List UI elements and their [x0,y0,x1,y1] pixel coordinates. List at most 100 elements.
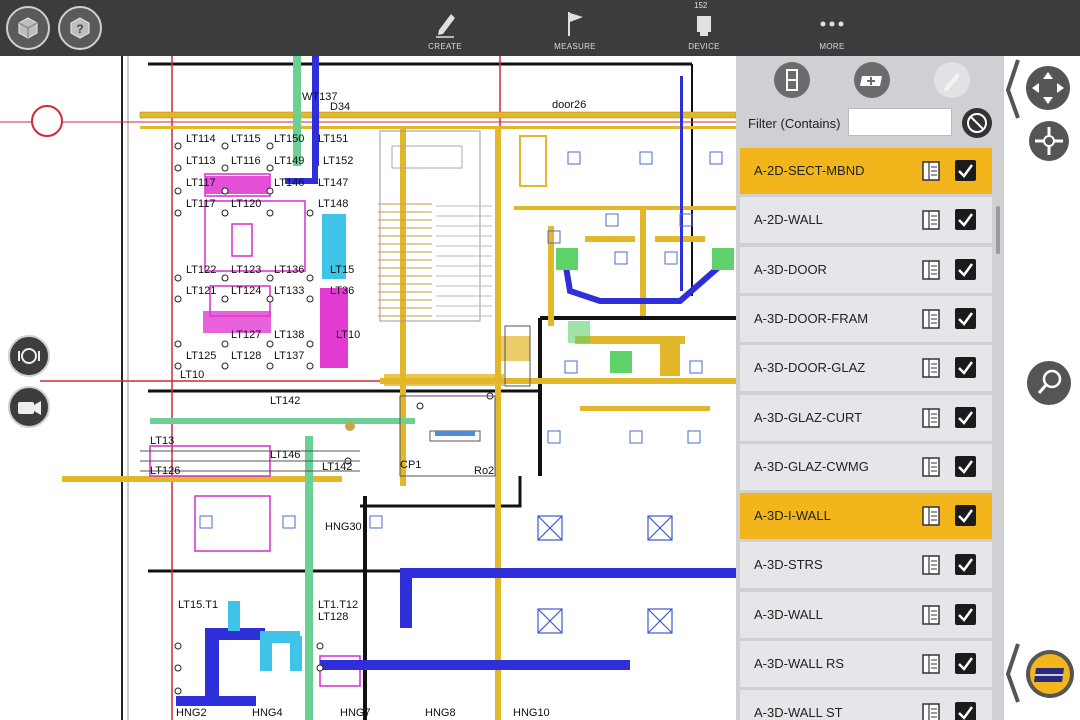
layer-visibility-checkbox[interactable] [955,702,976,720]
cube-view-button[interactable] [6,6,50,50]
layer-row[interactable]: A-3D-GLAZ-CURT [740,394,992,441]
layer-row[interactable]: A-3D-WALL RS [740,641,992,687]
layer-visibility-checkbox[interactable] [955,554,976,576]
layer-doc-icon[interactable] [922,654,940,674]
layer-visibility-checkbox[interactable] [955,357,976,379]
layer-name: A-3D-WALL [754,606,823,622]
label-lt10b: LT10 [180,369,204,381]
layer-visibility-checkbox[interactable] [955,258,976,280]
pencil-disabled-icon [944,73,960,91]
label-lt121: LT121 [186,285,216,297]
layer-doc-icon[interactable] [922,358,940,378]
help-icon: ? [70,17,90,39]
layer-visibility-checkbox[interactable] [955,209,976,231]
layer-name: A-3D-I-WALL [754,508,831,524]
label-lt133: LT133 [274,285,304,297]
layer-doc-icon[interactable] [922,555,940,576]
layer-doc-icon[interactable] [922,259,940,280]
layer-row[interactable]: A-3D-GLAZ-CWMG [740,443,992,490]
layer-row[interactable]: A-3D-WALL ST [740,690,992,720]
layer-name: A-3D-GLAZ-CWMG [754,458,869,474]
floor-plan-drawing: LT114 LT115 LT150 LT151 LT113 LT116 LT14… [0,56,736,720]
camera-button[interactable] [8,386,50,428]
right-toolbar-graphics [1005,59,1074,703]
layer-list[interactable]: A-2D-SECT-MBND A-2D-WALL A-3D-DOOR A-3D-DOO… [740,148,992,720]
layer-name: A-3D-DOOR-GLAZ [754,360,866,376]
clear-icon [967,113,987,133]
top-toolbar: ? CREATE MEASURE 152 DEVICE MORE [0,0,1080,56]
label-lt123: LT123 [231,264,261,276]
checkmark-icon [958,410,974,425]
layer-doc-icon[interactable] [922,703,940,720]
plan-view-icon [18,348,40,364]
more-tool[interactable]: MORE [792,6,872,52]
zoom-button[interactable] [1027,361,1071,405]
layer-doc-icon[interactable] [922,161,940,181]
layer-row[interactable]: A-3D-STRS [740,542,992,589]
filter-input[interactable] [848,108,952,136]
label-lt113: LT113 [186,155,216,167]
layer-list-scrollbar[interactable] [996,206,1000,254]
label-door26: door26 [552,99,586,111]
layer-row[interactable]: A-2D-WALL [740,197,992,244]
label-lt13: LT13 [150,435,174,447]
layer-visibility-checkbox[interactable] [955,603,976,625]
label-lt15: LT15 [330,264,354,276]
more-dots-icon [820,21,844,27]
label-lt36: LT36 [330,285,354,297]
label-ro2: Ro2 [474,465,494,477]
layers-toggle-button[interactable] [1005,643,1074,703]
layer-doc-icon[interactable] [922,309,940,329]
label-lt150: LT150 [274,133,304,145]
edit-layer-button[interactable] [934,62,970,98]
label-lt151: LT151 [318,133,348,145]
layer-name: A-2D-WALL [754,212,823,228]
measure-tool[interactable]: MEASURE [535,6,615,52]
layer-view-button[interactable] [774,62,810,98]
layer-visibility-checkbox[interactable] [955,505,976,527]
checkmark-icon [958,558,974,573]
label-hng7: HNG7 [340,707,371,719]
layer-doc-icon[interactable] [922,407,940,428]
layer-row[interactable]: A-3D-I-WALL [740,493,992,540]
create-tool[interactable]: CREATE [405,6,485,52]
label-lt142b: LT142 [322,461,352,473]
layer-visibility-checkbox[interactable] [955,455,976,477]
device-tool[interactable]: 152 DEVICE [664,1,744,52]
pencil-icon [436,14,455,38]
label-hng2: HNG2 [176,707,207,719]
view-toggle-button[interactable] [8,335,50,377]
layer-row[interactable]: A-3D-DOOR [740,246,992,293]
layer-name: A-2D-SECT-MBND [754,163,865,178]
layer-row[interactable]: A-3D-WALL [740,591,992,638]
add-layer-icon [860,76,882,86]
camera-icon [18,401,41,415]
help-button[interactable]: ? [58,6,102,50]
layer-panel-icon [786,69,798,91]
layer-row[interactable]: A-3D-DOOR-GLAZ [740,345,992,392]
label-hng30: HNG30 [325,521,362,533]
checkmark-icon [958,509,974,524]
layer-visibility-checkbox[interactable] [955,160,976,181]
layer-doc-icon[interactable] [922,506,940,526]
label-lt116: LT116 [231,155,261,167]
layer-doc-icon[interactable] [922,210,940,231]
pan-control[interactable] [1005,59,1070,119]
layer-row[interactable]: A-2D-SECT-MBND [740,148,992,194]
label-cp1: CP1 [400,459,421,471]
create-label: CREATE [428,42,462,51]
layer-visibility-checkbox[interactable] [955,653,976,674]
add-layer-button[interactable] [854,62,890,98]
checkmark-icon [958,460,974,474]
drawing-canvas[interactable]: LT114 LT115 LT150 LT151 LT113 LT116 LT14… [0,56,736,720]
layer-doc-icon[interactable] [922,457,940,477]
layer-visibility-checkbox[interactable] [955,307,976,329]
layer-row[interactable]: A-3D-DOOR-FRAM [740,295,992,342]
label-lt149: LT149 [274,155,304,167]
layer-visibility-checkbox[interactable] [955,406,976,428]
label-lt15t1: LT15.T1 [178,599,218,611]
layer-name: A-3D-WALL ST [754,705,843,720]
clear-filter-button[interactable] [962,108,992,138]
layer-doc-icon[interactable] [922,604,940,625]
center-button[interactable] [1029,121,1069,161]
